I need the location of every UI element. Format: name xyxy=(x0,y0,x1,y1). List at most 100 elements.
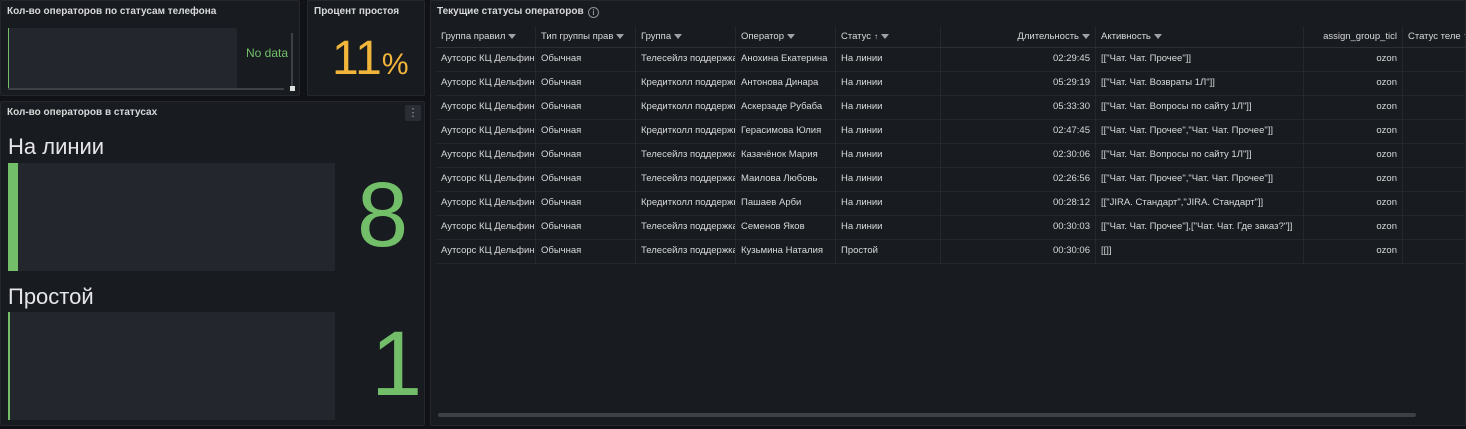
table-row[interactable]: Аутсорс КЦ Дельфин Обычная Телесейлз подде… xyxy=(436,168,1465,192)
table-cell: Кредитколл поддержка xyxy=(636,96,736,119)
table-cell: Обычная xyxy=(536,240,636,263)
filter-icon[interactable] xyxy=(674,33,683,39)
panel-title: Процент простоя xyxy=(314,6,400,17)
column-header[interactable]: Длительность xyxy=(941,26,1096,47)
table-cell xyxy=(1403,216,1465,239)
table-cell: Казачёнок Мария xyxy=(736,144,836,167)
table-cell: ozon xyxy=(1304,72,1403,95)
table-cell: Герасимова Юлия xyxy=(736,120,836,143)
table-cell: Обычная xyxy=(536,120,636,143)
table-row[interactable]: Аутсорс КЦ Дельфин Обычная Телесейлз подде… xyxy=(436,240,1465,264)
table-cell: Семенов Яков xyxy=(736,216,836,239)
table-cell: На линии xyxy=(836,168,941,191)
stat-bar-idle xyxy=(8,312,335,420)
column-header[interactable]: assign_group_ticl xyxy=(1304,26,1403,47)
table-cell: Обычная xyxy=(536,192,636,215)
stat-value-idle: 1 xyxy=(371,313,423,415)
table-cell: На линии xyxy=(836,72,941,95)
table-cell: ozon xyxy=(1304,96,1403,119)
vertical-scrollbar[interactable] xyxy=(291,33,293,88)
table-cell: Аутсорс КЦ Дельфин xyxy=(436,216,536,239)
table-cell: 02:26:56 xyxy=(941,168,1096,191)
table-cell: Аутсорс КЦ Дельфин xyxy=(436,96,536,119)
stat-value-online: 8 xyxy=(357,164,409,266)
column-header[interactable]: Оператор xyxy=(736,26,836,47)
table-cell xyxy=(1403,168,1465,191)
column-header[interactable]: Активность xyxy=(1096,26,1304,47)
table-row[interactable]: Аутсорс КЦ Дельфин Обычная Телесейлз подде… xyxy=(436,144,1465,168)
table-cell: 02:30:06 xyxy=(941,144,1096,167)
table-row[interactable]: Аутсорс КЦ Дельфин Обычная Кредитколл подд… xyxy=(436,72,1465,96)
column-header-label: Оператор xyxy=(741,31,784,42)
table-cell: Обычная xyxy=(536,72,636,95)
horizontal-scrollbar[interactable] xyxy=(8,88,284,90)
table-cell: ozon xyxy=(1304,216,1403,239)
table-cell: На линии xyxy=(836,144,941,167)
table-cell: Аутсорс КЦ Дельфин xyxy=(436,168,536,191)
table-cell: На линии xyxy=(836,192,941,215)
operator-counts-panel: Кол-во операторов в статусах ⋮ На линии … xyxy=(0,101,425,426)
table-cell xyxy=(1403,240,1465,263)
no-data-label: No data xyxy=(246,46,289,60)
table-cell: 00:30:06 xyxy=(941,240,1096,263)
idle-percent-number: 11 xyxy=(332,32,382,85)
horizontal-scrollbar[interactable] xyxy=(438,413,1416,417)
table-cell: Обычная xyxy=(536,216,636,239)
table-cell: ozon xyxy=(1304,120,1403,143)
column-header[interactable]: Группа xyxy=(636,26,736,47)
table-row[interactable]: Аутсорс КЦ Дельфин Обычная Кредитколл подд… xyxy=(436,120,1465,144)
table-cell: Аутсорс КЦ Дельфин xyxy=(436,144,536,167)
sort-ascending-icon[interactable]: ↑ xyxy=(874,32,878,41)
table-cell xyxy=(1403,48,1465,71)
table-cell: Кредитколл поддержка xyxy=(636,192,736,215)
column-header-label: Активность xyxy=(1101,31,1151,42)
table-cell: Антонова Динара xyxy=(736,72,836,95)
table-cell: Телесейлз поддержка xyxy=(636,216,736,239)
table-cell: Аскерзаде Рубаба xyxy=(736,96,836,119)
column-header[interactable]: Статус ↑ xyxy=(836,26,941,47)
filter-icon[interactable] xyxy=(787,33,795,39)
table-row[interactable]: Аутсорс КЦ Дельфин Обычная Телесейлз подде… xyxy=(436,48,1465,72)
filter-icon[interactable] xyxy=(1153,33,1162,39)
column-header-label: Группа правил xyxy=(441,31,506,42)
panel-title: Текущие статусы операторов xyxy=(437,6,584,17)
table-header-row: Группа правил Тип группы прав Группа Операт… xyxy=(436,26,1465,48)
phone-status-panel: Кол-во операторов по статусам телефона N… xyxy=(0,0,300,96)
column-header-label: Статус xyxy=(841,31,872,42)
table-cell: Кредитколл поддержка xyxy=(636,72,736,95)
table-row[interactable]: Аутсорс КЦ Дельфин Обычная Кредитколл подд… xyxy=(436,192,1465,216)
idle-percent-value: 11% xyxy=(332,31,409,93)
filter-icon[interactable] xyxy=(1082,33,1090,39)
filter-icon[interactable] xyxy=(881,33,890,39)
column-header-label: assign_group_ticl xyxy=(1323,31,1397,42)
table-cell: Кредитколл поддержка xyxy=(636,120,736,143)
column-header[interactable]: Группа правил xyxy=(436,26,536,47)
table-cell: Аутсорс КЦ Дельфин xyxy=(436,48,536,71)
idle-percent-unit: % xyxy=(381,48,409,81)
table-cell: [["Чат. Чат. Возвраты 1Л"]] xyxy=(1096,72,1304,95)
table-cell: Анохина Екатерина xyxy=(736,48,836,71)
stat-bar-online xyxy=(8,163,335,271)
table-cell: 05:33:30 xyxy=(941,96,1096,119)
table-cell: На линии xyxy=(836,216,941,239)
table-row[interactable]: Аутсорс КЦ Дельфин Обычная Кредитколл подд… xyxy=(436,96,1465,120)
filter-icon[interactable] xyxy=(508,33,517,39)
table-cell: Обычная xyxy=(536,96,636,119)
info-icon[interactable]: i xyxy=(588,7,599,18)
phone-status-plot xyxy=(8,28,237,88)
table-row[interactable]: Аутсорс КЦ Дельфин Обычная Телесейлз подде… xyxy=(436,216,1465,240)
resize-handle[interactable] xyxy=(290,86,295,91)
table-cell: Аутсорс КЦ Дельфин xyxy=(436,120,536,143)
table-cell: [["JIRA. Стандарт","JIRA. Стандарт"]] xyxy=(1096,192,1304,215)
filter-icon[interactable] xyxy=(616,33,625,39)
table-cell: ozon xyxy=(1304,168,1403,191)
column-header[interactable]: Статус теле xyxy=(1403,26,1465,47)
column-header[interactable]: Тип группы прав xyxy=(536,26,636,47)
panel-title: Кол-во операторов в статусах xyxy=(7,107,158,118)
vertical-dots-icon[interactable]: ⋮ xyxy=(405,105,421,121)
table-cell: Обычная xyxy=(536,48,636,71)
table-cell: Маилова Любовь xyxy=(736,168,836,191)
table-cell: 00:28:12 xyxy=(941,192,1096,215)
column-header-label: Длительность xyxy=(1017,31,1079,42)
table-cell: 00:30:03 xyxy=(941,216,1096,239)
